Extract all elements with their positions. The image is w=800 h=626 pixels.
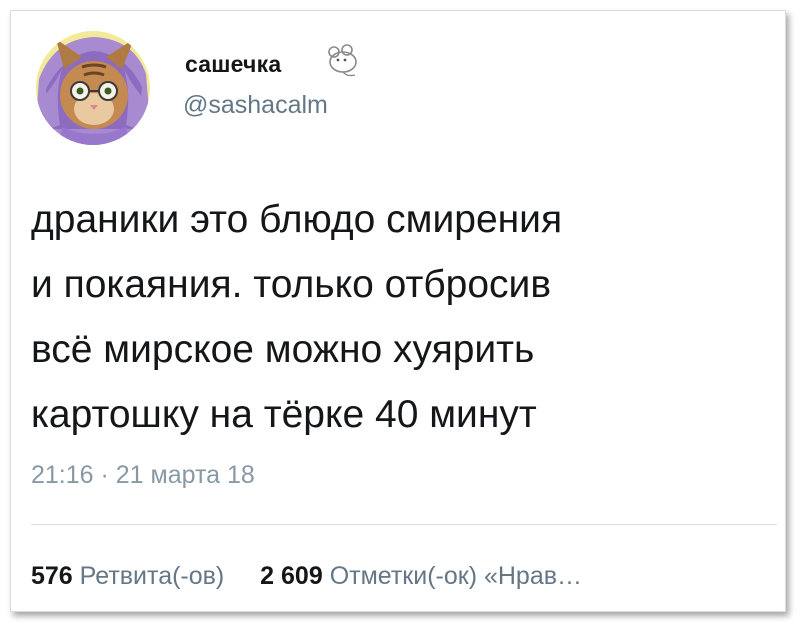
tweet-card: сашечка @sashacalm драники это блюдо сми…: [10, 10, 786, 612]
display-name[interactable]: сашечка: [185, 51, 281, 78]
user-handle[interactable]: @sashacalm: [183, 91, 328, 120]
avatar[interactable]: [34, 29, 152, 147]
tweet-timestamp[interactable]: 21:16 · 21 марта 18: [31, 461, 255, 490]
retweets-count[interactable]: 576: [31, 562, 73, 590]
tweet-stats: 576 Ретвита(-ов) 2 609 Отметки(-ок) «Нра…: [31, 562, 582, 591]
mouse-icon: [323, 42, 363, 78]
tweet-text: драники это блюдо смирения и покаяния. т…: [31, 198, 563, 436]
cat-avatar-icon: [36, 31, 150, 145]
retweets-label[interactable]: Ретвита(-ов): [80, 562, 225, 590]
likes-count[interactable]: 2 609: [260, 562, 323, 590]
likes-label[interactable]: Отметки(-ок) «Нрав…: [330, 562, 582, 590]
divider: [31, 524, 777, 525]
